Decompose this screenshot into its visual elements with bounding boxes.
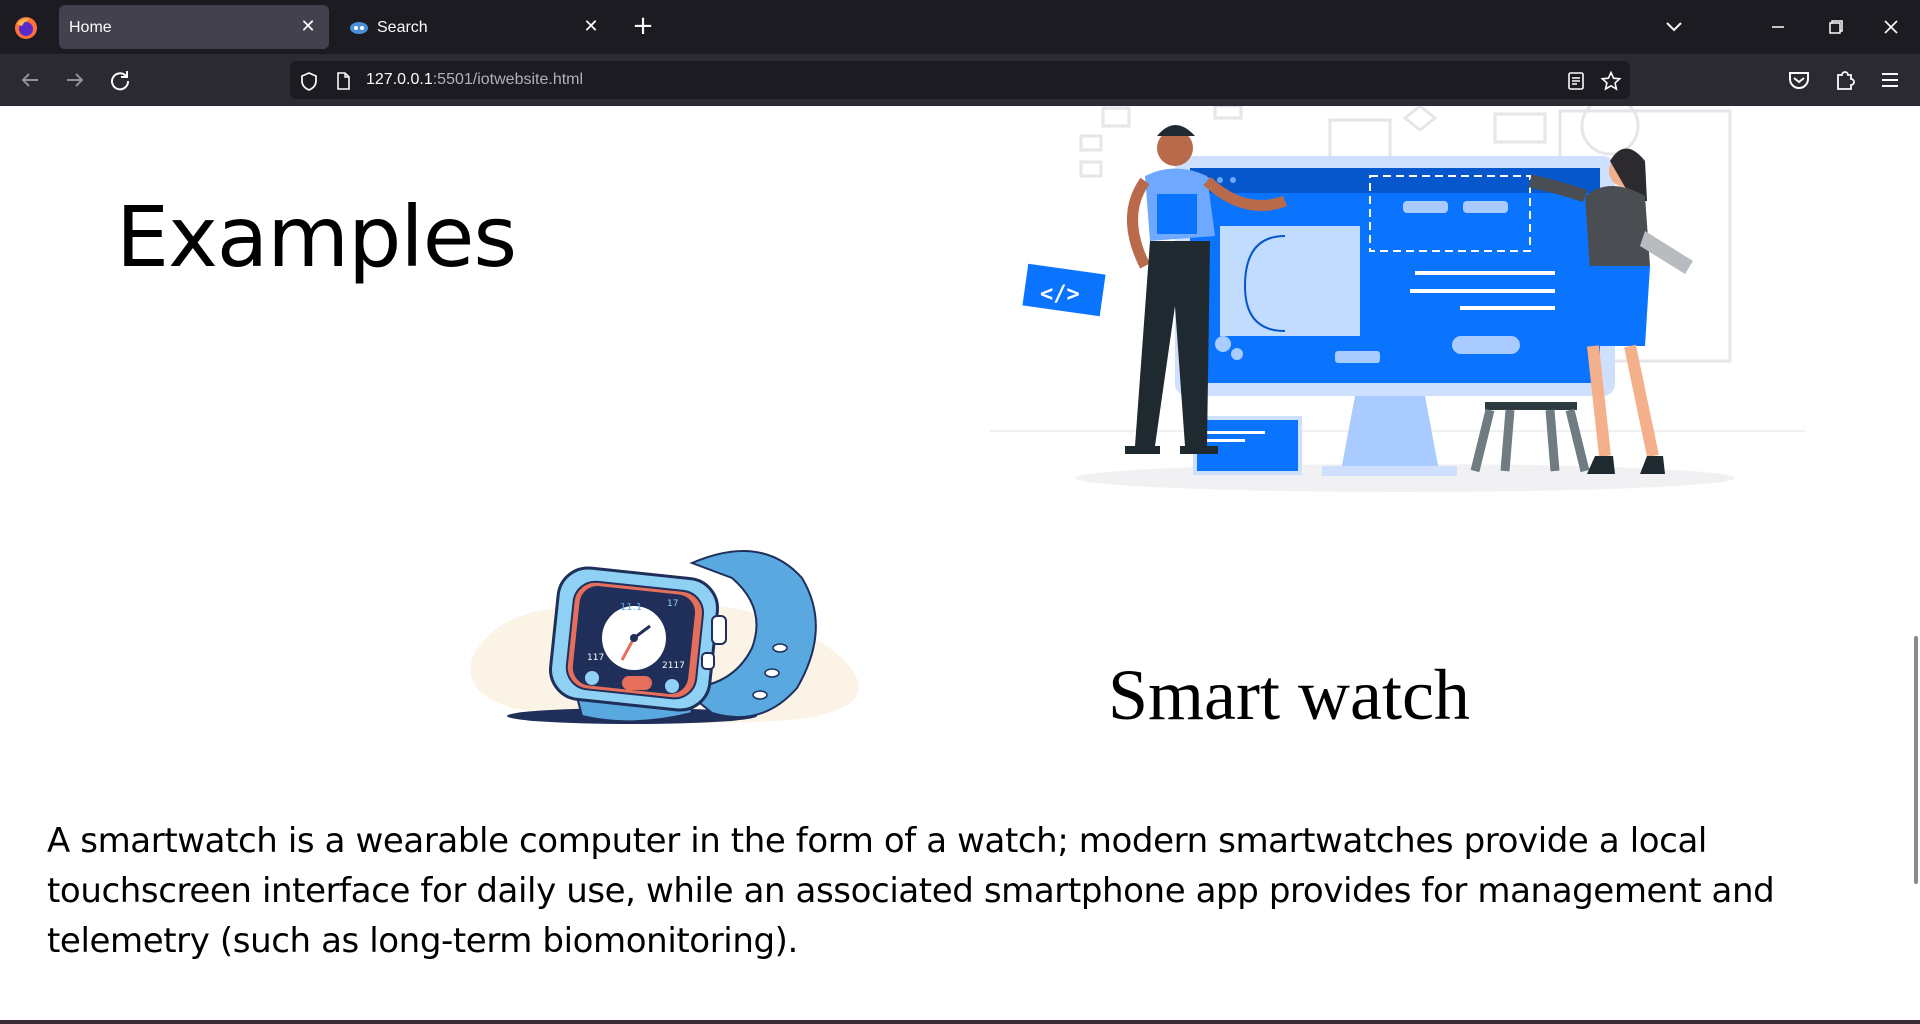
close-tab-icon[interactable]: ✕ [297,15,319,37]
reload-icon[interactable] [104,64,136,96]
firefox-icon[interactable] [12,14,40,42]
watch-left-stat: 117 [587,653,604,663]
new-tab-button[interactable]: + [628,12,658,42]
reader-view-icon[interactable] [1565,70,1587,92]
tab-home[interactable]: Home ✕ [59,5,329,49]
page-scrollbar[interactable] [1914,636,1918,884]
watch-top-right-stat: 17 [667,599,678,609]
url-path: :5501/iotwebsite.html [432,71,584,88]
page-icon[interactable] [332,70,354,92]
hamburger-menu-icon[interactable] [1874,64,1906,96]
minimize-icon[interactable] [1758,10,1798,44]
smartwatch-heading: Smart watch [1108,655,1470,735]
smartwatch-illustration: 11.1 117 2117 17 [470,550,859,724]
url-text[interactable]: 127.0.0.1:5501/iotwebsite.html [366,71,583,89]
web-design-illustration: </> [990,106,1805,492]
url-host: 127.0.0.1 [366,71,433,88]
close-window-icon[interactable] [1871,10,1911,44]
examples-heading: Examples [116,188,517,286]
restore-icon[interactable] [1815,10,1855,44]
watch-time-text: 11.1 [620,602,642,613]
watch-right-stat: 2117 [662,661,685,671]
puzzle-icon[interactable] [1829,64,1861,96]
tab-strip: Home ✕ Search ✕ + [0,0,1920,54]
robot-favicon-icon [350,22,368,34]
tab-search[interactable]: Search ✕ [337,5,612,49]
list-all-tabs-icon[interactable] [1654,10,1694,44]
smartwatch-description: A smartwatch is a wearable computer in t… [47,821,1775,961]
navigation-toolbar: 127.0.0.1:5501/iotwebsite.html [0,54,1920,106]
code-sign-text: </> [1040,282,1080,307]
arrow-right-icon[interactable] [59,64,91,96]
close-tab-icon[interactable]: ✕ [580,15,602,37]
shield-icon[interactable] [298,70,320,92]
pocket-icon[interactable] [1783,64,1815,96]
url-bar[interactable]: 127.0.0.1:5501/iotwebsite.html [290,61,1630,99]
page-content: Examples </> 11.1 117 2117 17 Smart watc… [0,106,1920,1020]
tab-title: Search [377,19,428,36]
taskbar-edge [0,1020,1920,1024]
star-icon[interactable] [1600,70,1622,92]
arrow-left-icon[interactable] [14,64,46,96]
tab-title: Home [69,19,112,36]
